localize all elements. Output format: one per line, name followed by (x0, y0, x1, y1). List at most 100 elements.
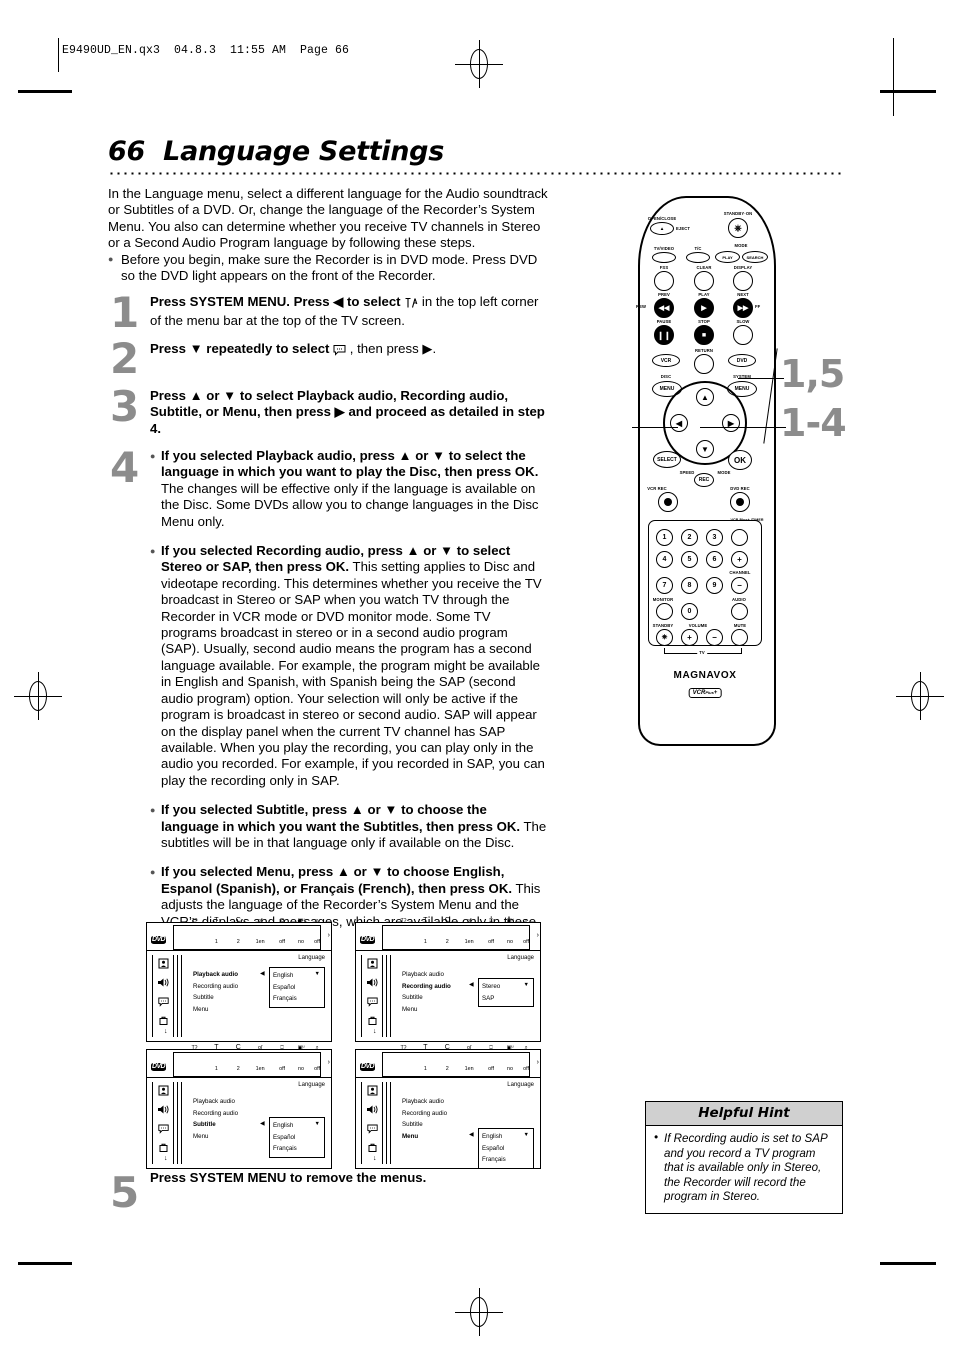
screen-item-menu[interactable]: Menu (402, 1004, 451, 1016)
dropdown-item-espanol[interactable]: Español (273, 982, 321, 994)
next-ff-button[interactable]: ▶▶ (733, 298, 753, 318)
menu-bar-value-angle: no (298, 1066, 305, 1072)
screen-item-playback-audio[interactable]: Playback audio (402, 1096, 447, 1108)
screen-item-subtitle[interactable]: Subtitle (402, 992, 451, 1004)
dropdown-item-francais[interactable]: Français (482, 1154, 530, 1166)
screen-item-menu[interactable]: Menu (193, 1131, 238, 1143)
screen-language-label: Language (298, 1082, 325, 1088)
vcr-rec-button[interactable] (658, 492, 678, 512)
screen-item-playback-audio[interactable]: Playback audio (193, 1096, 238, 1108)
step-4-block-1-bold: If you selected Playback audio, press ▲ … (161, 448, 539, 480)
chapter-icon: C (235, 917, 241, 924)
dropdown-item-sap[interactable]: SAP (482, 993, 530, 1005)
step-4-number: 4 (110, 443, 140, 492)
screen-item-subtitle[interactable]: Subtitle (402, 1119, 447, 1131)
vcr-button[interactable]: VCR (652, 354, 680, 367)
dropdown-item-francais[interactable]: Français (273, 1143, 321, 1155)
screen-item-playback-audio[interactable]: Playback audio (193, 969, 238, 981)
tv-standby-button[interactable]: ⎈ (656, 629, 673, 646)
clear-button[interactable] (694, 271, 714, 291)
standby-on-button[interactable]: ⎈ (728, 218, 748, 238)
screen-divider (177, 1082, 182, 1164)
mode-play-button[interactable]: PLAY (715, 251, 740, 263)
menu-bar-value-angle: no (507, 1066, 514, 1072)
screen-dropdown[interactable]: Stereo SAP ▼ (478, 978, 534, 1007)
screen-option-list: Playback audio Recording audio Subtitle … (402, 969, 451, 1015)
keypad-3-button[interactable]: 3 (706, 529, 723, 546)
menu-bar-value-subtitle: off (488, 939, 494, 945)
nav-down-button[interactable]: ▼ (696, 440, 714, 458)
screen-content: Language Playback audio Recording audio … (183, 1082, 327, 1164)
recording-audio-screen: DVD Tʔ T C oʃ ⎕ ▣ᵘ ⌕ 1 2 1en off no off … (355, 917, 541, 1042)
play-button[interactable]: ▶ (694, 298, 714, 318)
channel-up-button[interactable]: + (731, 551, 748, 568)
screen-item-subtitle[interactable]: Subtitle (193, 992, 238, 1004)
stamp-left-rule (58, 38, 59, 72)
keypad-5-button[interactable]: 5 (681, 551, 698, 568)
step-4-block-3-bold: If you selected Subtitle, press ▲ or ▼ t… (161, 802, 521, 834)
volume-up-button[interactable]: + (681, 629, 698, 646)
step-2-number: 2 (110, 334, 140, 383)
step-1-number: 1 (110, 288, 140, 337)
screen-dropdown[interactable]: English Español Français ▼ (478, 1128, 534, 1169)
nav-right-button[interactable]: ▶ (722, 414, 740, 432)
mute-button[interactable] (731, 629, 748, 646)
screen-dropdown[interactable]: English Español Français ▼ (269, 967, 325, 1008)
dvd-button[interactable]: DVD (728, 354, 756, 367)
audio-button[interactable] (731, 603, 748, 620)
screen-item-recording-audio[interactable]: Recording audio (402, 981, 451, 993)
keypad-9-button[interactable]: 9 (706, 577, 723, 594)
screen-selection-arrow-icon: ◀ (260, 1121, 265, 1127)
vcrplus-timer-button[interactable] (731, 529, 748, 546)
open-close-button[interactable]: ▲ (650, 222, 674, 235)
keypad-8-button[interactable]: 8 (681, 577, 698, 594)
dvd-rec-button[interactable] (730, 492, 750, 512)
screen-item-subtitle[interactable]: Subtitle (193, 1119, 238, 1131)
keypad-2-button[interactable]: 2 (681, 529, 698, 546)
keypad-7-label: 7 (662, 582, 667, 589)
channel-down-button[interactable]: − (731, 577, 748, 594)
screen-item-recording-audio[interactable]: Recording audio (193, 981, 238, 993)
screen-language-label: Language (507, 955, 534, 961)
select-button[interactable]: SELECT (653, 451, 681, 468)
scroll-down-arrow-icon: ↓ (164, 1155, 168, 1162)
registration-mark-right (896, 672, 944, 720)
pause-button[interactable]: ❙❙ (654, 325, 674, 345)
vcrplus-timer-label: VCR Plus+ /TIMER (730, 518, 763, 522)
dropdown-item-espanol[interactable]: Español (273, 1132, 321, 1144)
display-button[interactable] (733, 271, 753, 291)
return-button[interactable] (694, 354, 714, 374)
leader-line-1-4 (700, 427, 786, 429)
volume-down-button[interactable]: − (706, 629, 723, 646)
ok-button[interactable]: OK (728, 450, 752, 470)
screen-dropdown[interactable]: English Español Français ▼ (269, 1117, 325, 1158)
screen-divider (386, 955, 391, 1037)
keypad-6-button[interactable]: 6 (706, 551, 723, 568)
stop-button[interactable]: ■ (694, 325, 714, 345)
tv-video-button[interactable] (652, 252, 676, 263)
nav-left-button[interactable]: ◀ (670, 414, 688, 432)
monitor-button[interactable] (656, 603, 673, 620)
prev-rew-button[interactable]: ◀◀ (654, 298, 674, 318)
fss-button[interactable] (654, 271, 674, 291)
mode-search-button[interactable]: SEARCH (742, 251, 768, 263)
dropdown-item-francais[interactable]: Français (273, 993, 321, 1005)
screen-item-recording-audio[interactable]: Recording audio (402, 1108, 447, 1120)
zoom-icon: ⌕ (315, 1045, 319, 1051)
screen-item-menu[interactable]: Menu (193, 1004, 238, 1016)
keypad-0-button[interactable]: 0 (681, 603, 698, 620)
screen-item-menu[interactable]: Menu (402, 1131, 447, 1143)
screen-item-playback-audio[interactable]: Playback audio (402, 969, 451, 981)
nav-up-button[interactable]: ▲ (696, 388, 714, 406)
keypad-4-button[interactable]: 4 (656, 551, 673, 568)
slow-button[interactable] (733, 325, 753, 345)
open-close-label: OPEN/CLOSE (647, 216, 677, 221)
screen-icon-rail: ↓ (152, 1082, 174, 1164)
screen-item-recording-audio[interactable]: Recording audio (193, 1108, 238, 1120)
menu-bar-box: Tʔ T C oʃ ⎕ ▣ᵘ ⌕ 1 2 1en off no off (173, 1044, 321, 1077)
keypad-1-button[interactable]: 1 (656, 529, 673, 546)
keypad-7-button[interactable]: 7 (656, 577, 673, 594)
dropdown-item-espanol[interactable]: Español (482, 1143, 530, 1155)
rec-button[interactable]: REC (694, 473, 714, 487)
tc-button[interactable] (686, 252, 710, 263)
